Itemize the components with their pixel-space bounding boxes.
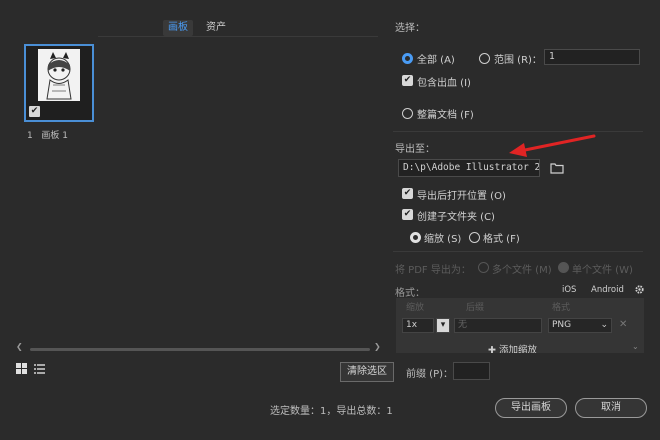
radio-single-file-label: 单个文件 (W) bbox=[572, 265, 633, 276]
format-select-value: PNG bbox=[552, 320, 572, 330]
create-subfolder-label: 创建子文件夹 (C) bbox=[417, 212, 495, 223]
artboard-thumbnail[interactable]: ✔ bbox=[24, 44, 94, 122]
scroll-left-icon[interactable]: ❮ bbox=[16, 342, 23, 351]
folder-icon[interactable] bbox=[550, 162, 564, 174]
add-scale-button[interactable]: ✚ 添加缩放 bbox=[488, 342, 537, 353]
ios-preset-link[interactable]: iOS bbox=[562, 285, 576, 295]
col-suffix-header: 后缀 bbox=[466, 303, 485, 313]
col-format-header: 格式 bbox=[552, 303, 571, 313]
radio-format[interactable] bbox=[469, 232, 480, 243]
artboard-index: 1 bbox=[27, 131, 33, 141]
radio-range-label: 范围 (R)： bbox=[494, 55, 542, 66]
create-subfolder-checkbox[interactable]: ✔ bbox=[402, 209, 413, 220]
grid-view-icon[interactable] bbox=[15, 362, 28, 375]
radio-whole-document-label: 整篇文档 (F) bbox=[417, 110, 474, 121]
export-to-label: 导出至： bbox=[395, 144, 435, 155]
pdf-export-label: 将 PDF 导出为： bbox=[395, 265, 471, 276]
annotation-arrow bbox=[509, 134, 596, 157]
artboard-label: 1 画板 1 bbox=[27, 128, 68, 141]
radio-all-label: 全部 (A) bbox=[417, 55, 455, 66]
list-view-icon[interactable] bbox=[33, 362, 46, 375]
radio-scale-label: 缩放 (S) bbox=[424, 234, 462, 245]
tab-divider bbox=[98, 36, 378, 37]
clear-selection-button[interactable]: 清除选区 bbox=[340, 362, 394, 382]
open-after-export-label: 导出后打开位置 (O) bbox=[417, 191, 506, 202]
export-path-input[interactable]: D:\p\Adobe Illustrator 202 bbox=[398, 159, 540, 177]
radio-multiple-files bbox=[478, 262, 489, 273]
formats-row: 1x ▾ 无 PNG ⌄ ✕ bbox=[396, 318, 644, 334]
scroll-track[interactable] bbox=[30, 348, 370, 351]
tab-assets[interactable]: 资产 bbox=[201, 20, 231, 36]
panel-scroll-down-icon[interactable]: ⌄ bbox=[632, 342, 639, 351]
include-bleed-label: 包含出血 (I) bbox=[417, 78, 471, 89]
artboard-name: 画板 1 bbox=[41, 131, 68, 141]
prefix-input[interactable] bbox=[453, 362, 490, 380]
artboard-preview bbox=[38, 49, 80, 101]
cancel-button[interactable]: 取消 bbox=[575, 398, 647, 418]
col-scale-header: 缩放 bbox=[406, 303, 425, 313]
artwork-image bbox=[46, 52, 72, 100]
radio-whole-document[interactable] bbox=[402, 108, 413, 119]
add-scale-row[interactable]: ✚ 添加缩放 ⌄ bbox=[396, 342, 644, 353]
add-scale-label: 添加缩放 bbox=[498, 345, 537, 353]
format-select[interactable]: PNG ⌄ bbox=[548, 318, 612, 333]
open-after-export-checkbox[interactable]: ✔ bbox=[402, 188, 413, 199]
chevron-down-icon: ⌄ bbox=[600, 320, 608, 330]
radio-format-label: 格式 (F) bbox=[483, 234, 520, 245]
gear-icon[interactable] bbox=[634, 284, 645, 295]
select-section-label: 选择： bbox=[395, 23, 425, 34]
prefix-label: 前缀 (P)： bbox=[406, 369, 454, 380]
radio-multiple-files-label: 多个文件 (M) bbox=[492, 265, 552, 276]
range-input[interactable]: 1 bbox=[544, 49, 640, 65]
android-preset-link[interactable]: Android bbox=[591, 285, 624, 295]
export-artboards-button[interactable]: 导出画板 bbox=[495, 398, 567, 418]
plus-icon: ✚ bbox=[488, 345, 499, 353]
tab-artboards[interactable]: 画板 bbox=[163, 20, 193, 36]
status-text: 选定数量：1，导出总数：1 bbox=[270, 406, 393, 417]
remove-row-icon[interactable]: ✕ bbox=[619, 319, 627, 330]
suffix-input[interactable]: 无 bbox=[454, 318, 542, 333]
radio-scale[interactable] bbox=[410, 232, 421, 243]
horizontal-scrollbar[interactable]: ❮ ❯ bbox=[16, 342, 382, 353]
section-divider-2 bbox=[393, 251, 643, 252]
scroll-right-icon[interactable]: ❯ bbox=[374, 342, 381, 351]
radio-range[interactable] bbox=[479, 53, 490, 64]
section-divider bbox=[393, 131, 643, 132]
scale-select[interactable]: 1x bbox=[402, 318, 434, 333]
scale-dropdown-icon[interactable]: ▾ bbox=[436, 318, 450, 333]
radio-single-file bbox=[558, 262, 569, 273]
include-bleed-checkbox[interactable]: ✔ bbox=[402, 75, 413, 86]
formats-table: 缩放 后缀 格式 1x ▾ 无 PNG ⌄ ✕ ✚ 添加缩放 ⌄ bbox=[396, 298, 644, 353]
formats-label: 格式： bbox=[395, 288, 425, 299]
artboard-checkbox[interactable]: ✔ bbox=[29, 106, 40, 117]
radio-all[interactable] bbox=[402, 53, 413, 64]
formats-header-row: 缩放 后缀 格式 bbox=[396, 300, 644, 316]
